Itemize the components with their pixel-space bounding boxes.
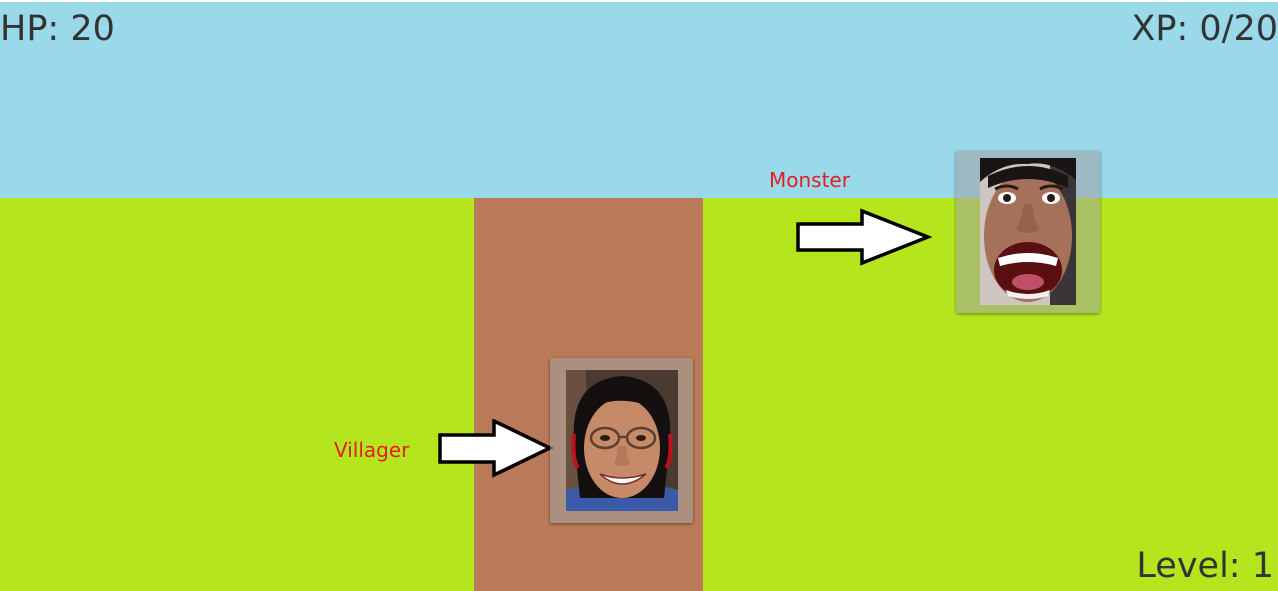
level-indicator: Level: 1 bbox=[1136, 546, 1274, 586]
game-scene: HP: 20 XP: 0/20 Level: 1 Monster Village… bbox=[0, 0, 1278, 591]
monster-card[interactable] bbox=[956, 151, 1100, 313]
villager-portrait bbox=[566, 370, 678, 511]
right-arrow-icon bbox=[438, 419, 554, 478]
villager-label: Villager bbox=[334, 438, 410, 462]
monster-portrait bbox=[980, 158, 1076, 305]
right-arrow-icon bbox=[796, 208, 932, 266]
villager-card[interactable] bbox=[550, 358, 693, 523]
monster-label: Monster bbox=[769, 168, 850, 192]
hp-counter: HP: 20 bbox=[0, 9, 115, 49]
xp-counter: XP: 0/20 bbox=[1131, 9, 1278, 49]
